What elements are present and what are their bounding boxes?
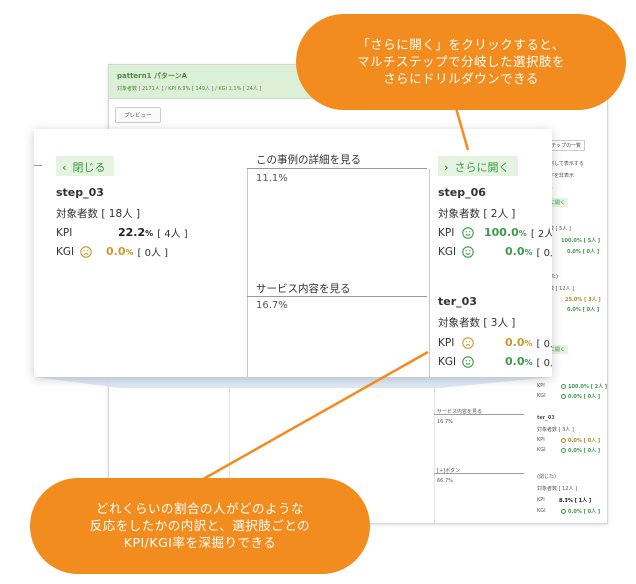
target-count: 対象者数 [ 3人 ] — [438, 317, 516, 329]
kgi-label: KGI — [438, 245, 457, 258]
target-count: 対象者数 [ 2人 ] — [438, 208, 516, 220]
smile-icon — [462, 226, 474, 239]
callout-bottom: どれくらいの割合の人がどのような 反応をしたかの内訳と、選択肢ごとの KPI/K… — [30, 478, 370, 574]
callout-line: KPI/KGI率を深掘りできる — [123, 535, 277, 550]
smile-icon — [462, 245, 474, 258]
branch-line — [247, 296, 427, 297]
step-title: ter_03 — [438, 295, 477, 308]
kpi-count: [ 2人 ] — [530, 229, 552, 240]
chevron-left-icon: ‹ — [62, 161, 67, 174]
kgi-metric: KGI 0.0% [ 0人 ] — [438, 244, 552, 259]
chevron-right-icon: › — [444, 161, 449, 174]
kpi-metric: KPI 100.0% [ 2人 ] — [438, 225, 552, 240]
frown-icon — [462, 336, 474, 349]
callout-top: 「さらに開く」をクリックすると、 マルチステップで分岐した選択肢を さらにドリル… — [296, 14, 626, 110]
kpi-value: 100.0% — [484, 226, 527, 239]
callout-line: 反応をしたかの内訳と、選択肢ごとの — [89, 518, 311, 533]
branch-line — [34, 165, 42, 166]
kpi-label: KPI — [438, 226, 455, 239]
kpi-value: 22.2% — [118, 226, 154, 239]
branch-line — [247, 168, 427, 169]
open-further-button[interactable]: › さらに開く — [438, 156, 518, 176]
kgi-label: KGI — [438, 355, 457, 368]
kgi-label: KGI — [56, 245, 75, 258]
kgi-metric: KGI 0.0% [ 0人 ] — [56, 244, 168, 259]
step-title: step_06 — [438, 186, 486, 199]
kgi-value: 0.0% — [106, 245, 134, 258]
column-divider — [429, 169, 430, 377]
kgi-metric: KGI 0.0% [ 0人 ] — [438, 354, 552, 369]
kpi-label: KPI — [56, 226, 73, 239]
open-further-label: さらに開く — [454, 161, 510, 174]
branch-label: サービス内容を見る — [256, 283, 351, 295]
close-button[interactable]: ‹ 閉じる — [56, 156, 114, 176]
branch-label: この事例の詳細を見る — [256, 154, 361, 166]
callout-line: 「さらに開く」をクリックすると、 — [357, 37, 565, 52]
kgi-count: [ 0人 ] — [536, 358, 552, 369]
kpi-value: 0.0% — [505, 336, 533, 349]
kpi-count: [ 4人 ] — [157, 229, 188, 240]
callout-line: どれくらいの割合の人がどのような — [95, 501, 304, 516]
kgi-count: [ 0人 ] — [536, 248, 552, 259]
kpi-count: [ 0人 ] — [536, 339, 552, 350]
branch-percentage: 11.1% — [256, 173, 288, 184]
kpi-metric: KPI 22.2% [ 4人 ] — [56, 225, 188, 240]
smile-icon — [462, 355, 474, 368]
zoomed-detail-panel: ‹ 閉じる この事例の詳細を見る 11.1% サービス内容を見る 16.7% › さ… — [34, 129, 552, 377]
step-title: step_03 — [56, 186, 104, 199]
kgi-count: [ 0人 ] — [137, 248, 169, 259]
kpi-metric: KPI 0.0% [ 0人 ] — [438, 335, 552, 350]
kpi-label: KPI — [438, 336, 455, 349]
kgi-value: 0.0% — [505, 355, 533, 368]
target-count: 対象者数 [ 18人 ] — [56, 208, 141, 220]
callout-line: さらにドリルダウンできる — [383, 71, 539, 86]
column-divider — [247, 169, 248, 377]
branch-percentage: 16.7% — [256, 300, 288, 311]
kgi-value: 0.0% — [505, 245, 533, 258]
frown-icon — [80, 245, 92, 258]
callout-line: マルチステップで分岐した選択肢を — [356, 54, 565, 69]
close-button-label: 閉じる — [72, 161, 106, 174]
